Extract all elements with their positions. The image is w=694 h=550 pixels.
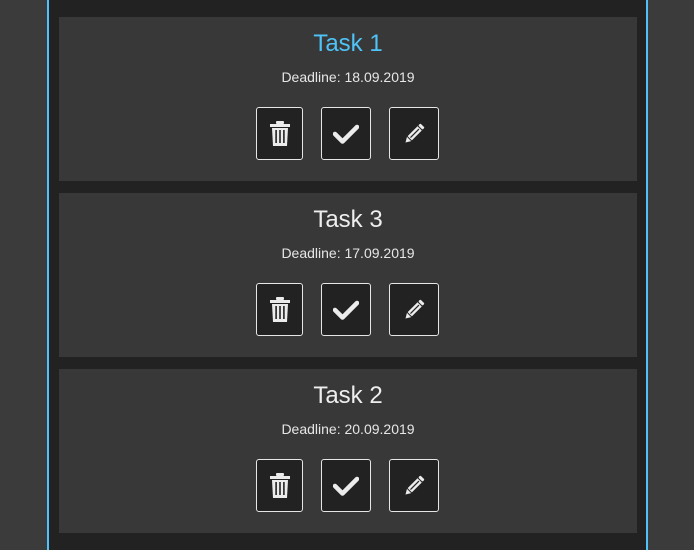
task-card: Task 3 Deadline: 17.09.2019 (59, 193, 637, 357)
task-title[interactable]: Task 1 (59, 30, 637, 58)
checkmark-icon (333, 476, 359, 496)
delete-button[interactable] (256, 107, 303, 160)
task-deadline: Deadline: 18.09.2019 (281, 69, 415, 85)
task-title[interactable]: Task 2 (59, 382, 637, 410)
checkmark-icon (333, 300, 359, 320)
trash-icon (269, 472, 291, 499)
pencil-icon (402, 298, 426, 322)
trash-icon (269, 296, 291, 323)
edit-button[interactable] (389, 107, 439, 160)
delete-button[interactable] (256, 283, 303, 336)
task-actions (59, 459, 637, 512)
checkmark-icon (333, 124, 359, 144)
complete-button[interactable] (321, 283, 371, 336)
task-card: Task 2 Deadline: 20.09.2019 (59, 369, 637, 533)
task-card: Task 1 Deadline: 18.09.2019 (59, 17, 637, 181)
edit-button[interactable] (389, 459, 439, 512)
task-list-panel: Task 1 Deadline: 18.09.2019 Task 3 Deadl… (47, 0, 648, 550)
pencil-icon (402, 474, 426, 498)
edit-button[interactable] (389, 283, 439, 336)
task-actions (59, 107, 637, 160)
trash-icon (269, 120, 291, 147)
task-title[interactable]: Task 3 (59, 206, 637, 234)
complete-button[interactable] (321, 459, 371, 512)
task-actions (59, 283, 637, 336)
task-deadline: Deadline: 17.09.2019 (281, 245, 415, 261)
task-deadline: Deadline: 20.09.2019 (281, 421, 415, 437)
complete-button[interactable] (321, 107, 371, 160)
task-list: Task 1 Deadline: 18.09.2019 Task 3 Deadl… (59, 17, 637, 545)
delete-button[interactable] (256, 459, 303, 512)
pencil-icon (402, 122, 426, 146)
